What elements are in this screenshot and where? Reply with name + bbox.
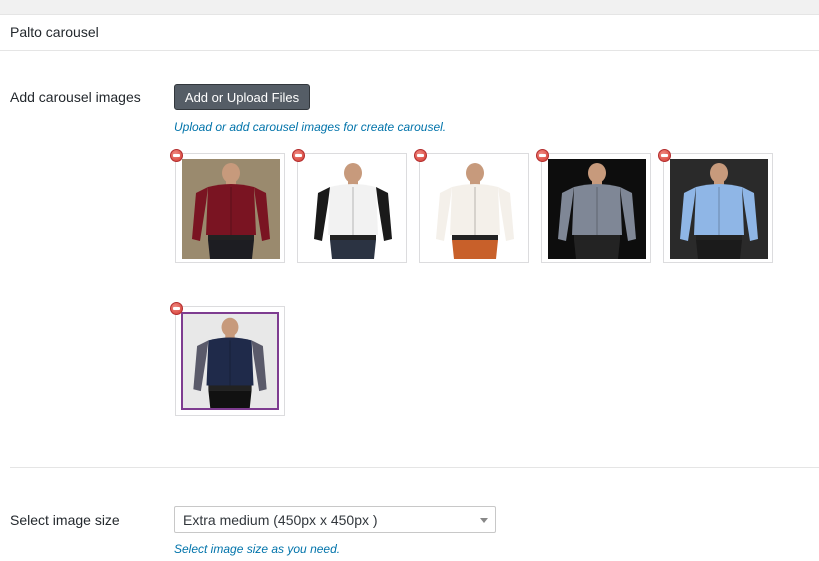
remove-image-icon[interactable] — [170, 149, 183, 162]
carousel-thumbnail[interactable] — [175, 153, 285, 263]
image-size-label: Select image size — [10, 512, 120, 528]
top-bar — [0, 0, 819, 15]
carousel-images-label: Add carousel images — [10, 89, 141, 105]
carousel-thumbnail[interactable] — [175, 306, 285, 416]
navy-white-striped-shirt-image — [426, 159, 524, 259]
image-size-help-text: Select image size as you need. — [174, 542, 341, 556]
remove-image-icon[interactable] — [292, 149, 305, 162]
grey-shirt-image — [548, 159, 646, 259]
carousel-thumbnail[interactable] — [663, 153, 773, 263]
maroon-shirt-image — [182, 159, 280, 259]
remove-image-icon[interactable] — [414, 149, 427, 162]
carousel-thumbnail[interactable] — [297, 153, 407, 263]
remove-image-icon[interactable] — [170, 302, 183, 315]
remove-image-icon[interactable] — [536, 149, 549, 162]
remove-image-icon[interactable] — [658, 149, 671, 162]
white-black-shirt-image — [304, 159, 402, 259]
navy-shirt-image — [181, 312, 279, 410]
panel-title: Palto carousel — [10, 24, 99, 40]
add-upload-files-button[interactable]: Add or Upload Files — [174, 84, 310, 110]
carousel-thumbnail[interactable] — [541, 153, 651, 263]
carousel-thumbnail[interactable] — [419, 153, 529, 263]
light-blue-shirt-image — [670, 159, 768, 259]
image-size-select[interactable]: Extra medium (450px x 450px ) — [174, 506, 496, 533]
image-size-selected-value: Extra medium (450px x 450px ) — [183, 511, 378, 528]
section-divider — [10, 467, 819, 468]
title-divider — [0, 50, 819, 51]
carousel-help-text: Upload or add carousel images for create… — [174, 120, 447, 134]
chevron-down-icon — [480, 518, 488, 523]
